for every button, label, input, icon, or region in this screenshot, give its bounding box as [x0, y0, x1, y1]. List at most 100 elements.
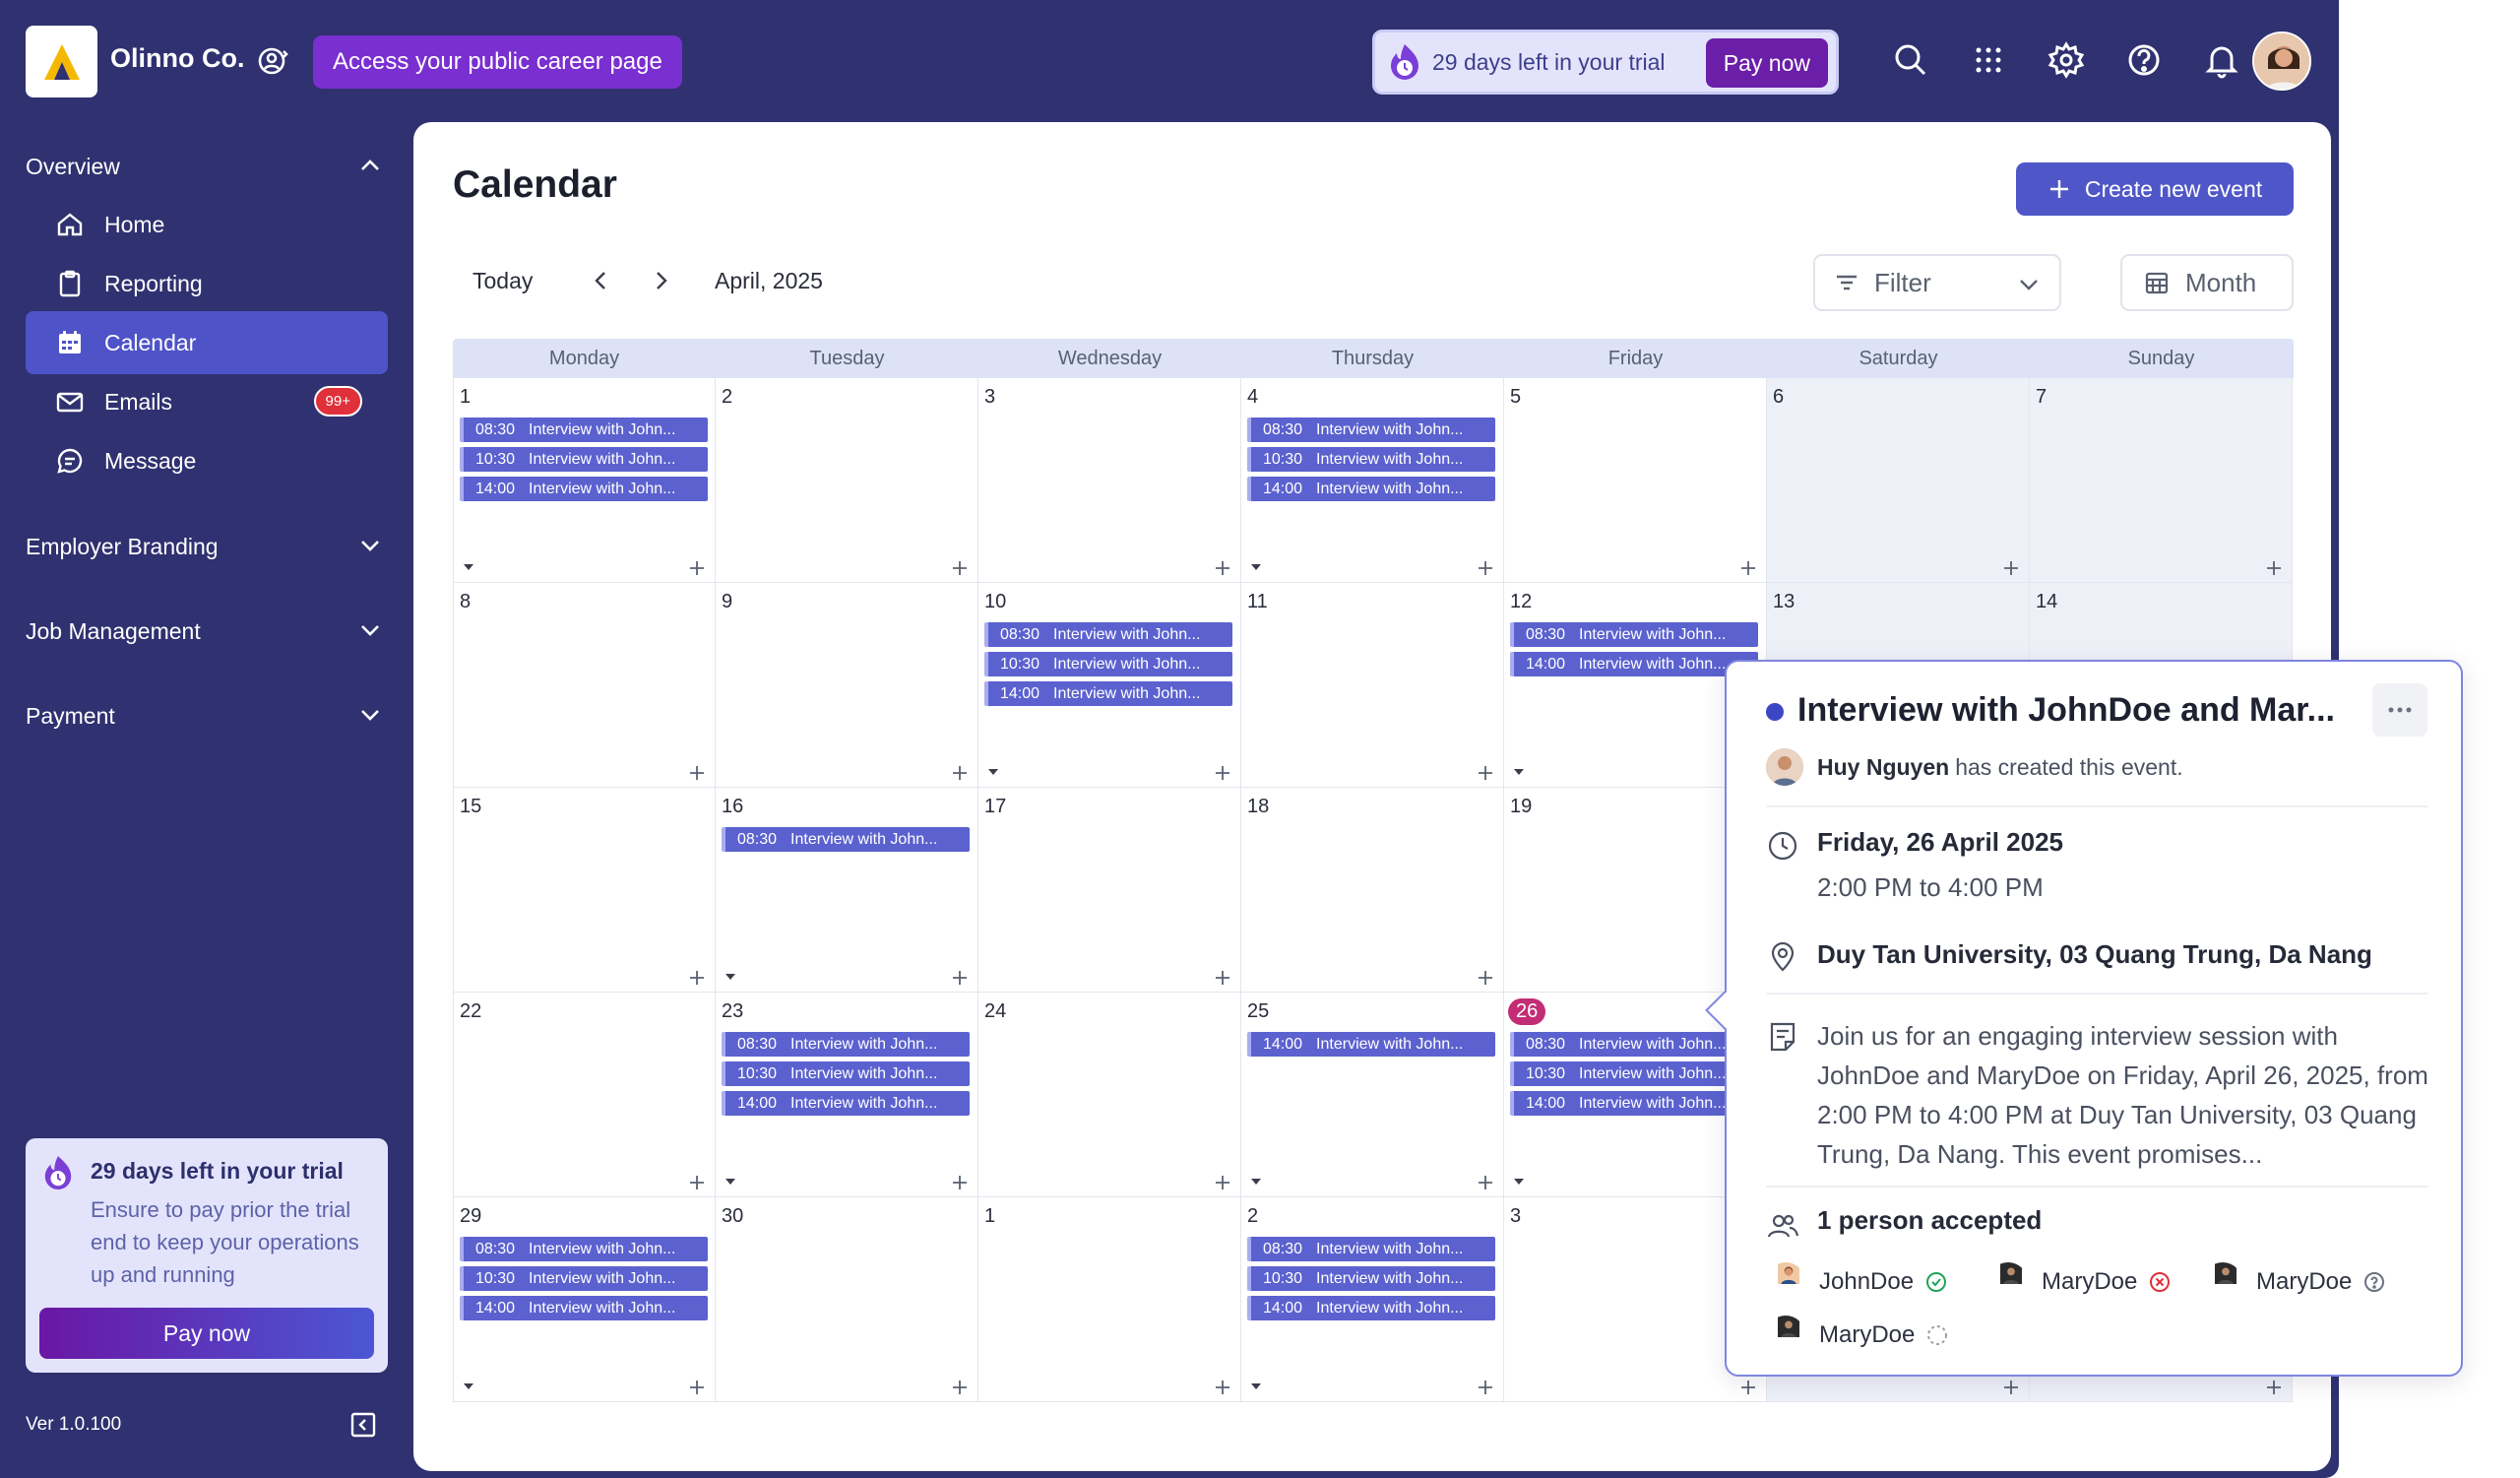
chevron-right-icon[interactable]: [648, 268, 673, 293]
day-cell[interactable]: 2: [716, 378, 978, 583]
add-event-icon[interactable]: [1213, 763, 1232, 783]
day-cell[interactable]: 6: [1767, 378, 2030, 583]
company-name[interactable]: Olinno Co.: [110, 43, 244, 74]
chevron-left-icon[interactable]: [589, 268, 614, 293]
add-event-icon[interactable]: [687, 968, 707, 988]
event-chip[interactable]: 08:30 Interview with John...: [1247, 418, 1495, 442]
expand-caret-icon[interactable]: [722, 1173, 739, 1190]
day-cell[interactable]: 25 14:00 Interview with John...: [1241, 993, 1504, 1197]
event-chip[interactable]: 14:00 Interview with John...: [1510, 1091, 1758, 1116]
day-cell[interactable]: 7: [2030, 378, 2293, 583]
event-chip[interactable]: 08:30 Interview with John...: [460, 418, 708, 442]
event-chip[interactable]: 10:30 Interview with John...: [1510, 1061, 1758, 1086]
chevron-down-icon[interactable]: [356, 701, 384, 729]
event-chip[interactable]: 14:00 Interview with John...: [984, 681, 1232, 706]
add-event-icon[interactable]: [950, 968, 970, 988]
event-chip[interactable]: 10:30 Interview with John...: [984, 652, 1232, 676]
add-event-icon[interactable]: [950, 558, 970, 578]
event-chip[interactable]: 08:30 Interview with John...: [1510, 622, 1758, 647]
event-chip[interactable]: 10:30 Interview with John...: [1247, 1266, 1495, 1291]
event-chip[interactable]: 08:30 Interview with John...: [1510, 1032, 1758, 1057]
add-event-icon[interactable]: [1476, 558, 1495, 578]
event-chip[interactable]: 10:30 Interview with John...: [722, 1061, 970, 1086]
add-event-icon[interactable]: [687, 1173, 707, 1192]
day-cell[interactable]: 1: [978, 1197, 1241, 1402]
day-cell[interactable]: 4 08:30 Interview with John... 10:30 Intervi…: [1241, 378, 1504, 583]
add-event-icon[interactable]: [1476, 1378, 1495, 1397]
event-chip[interactable]: 08:30 Interview with John...: [460, 1237, 708, 1261]
day-cell[interactable]: 1 08:30 Interview with John... 10:30 Intervi…: [453, 378, 716, 583]
add-event-icon[interactable]: [2001, 1378, 2021, 1397]
day-cell[interactable]: 5: [1504, 378, 1767, 583]
sidebar-item-reporting[interactable]: Reporting: [26, 252, 388, 315]
add-event-icon[interactable]: [1738, 558, 1758, 578]
add-event-icon[interactable]: [687, 558, 707, 578]
event-chip[interactable]: 10:30 Interview with John...: [460, 447, 708, 472]
add-event-icon[interactable]: [1738, 1378, 1758, 1397]
add-event-icon[interactable]: [1213, 1173, 1232, 1192]
sidebar-item-message[interactable]: Message: [26, 429, 388, 492]
more-options-button[interactable]: [2372, 683, 2427, 737]
help-icon[interactable]: [2123, 39, 2165, 81]
day-cell[interactable]: 10 08:30 Interview with John... 10:30 Interv…: [978, 583, 1241, 788]
sidebar-section-overview[interactable]: Overview: [26, 154, 120, 180]
event-chip[interactable]: 14:00 Interview with John...: [1247, 1296, 1495, 1320]
sidebar-item-emails[interactable]: Emails 99+: [26, 370, 388, 433]
day-cell[interactable]: 2 08:30 Interview with John... 10:30 Intervi…: [1241, 1197, 1504, 1402]
add-event-icon[interactable]: [1476, 763, 1495, 783]
day-cell[interactable]: 16 08:30 Interview with John...: [716, 788, 978, 993]
day-cell[interactable]: 24: [978, 993, 1241, 1197]
attendee-item[interactable]: MaryDoe: [1766, 1316, 1948, 1355]
event-chip[interactable]: 08:30 Interview with John...: [1247, 1237, 1495, 1261]
sidebar-pay-now-button[interactable]: Pay now: [39, 1308, 374, 1359]
event-chip[interactable]: 08:30 Interview with John...: [984, 622, 1232, 647]
add-event-icon[interactable]: [950, 763, 970, 783]
add-event-icon[interactable]: [1213, 968, 1232, 988]
day-cell[interactable]: 9: [716, 583, 978, 788]
attendee-item[interactable]: JohnDoe: [1766, 1262, 1947, 1302]
day-cell[interactable]: 18: [1241, 788, 1504, 993]
sidebar-item-home[interactable]: Home: [26, 193, 388, 256]
switch-company-icon[interactable]: [254, 43, 289, 79]
bell-icon[interactable]: [2201, 39, 2242, 81]
sidebar-item-calendar[interactable]: Calendar: [26, 311, 388, 374]
day-cell[interactable]: 8: [453, 583, 716, 788]
search-icon[interactable]: [1890, 39, 1931, 81]
expand-caret-icon[interactable]: [460, 1378, 477, 1395]
day-cell[interactable]: 23 08:30 Interview with John... 10:30 Interv…: [716, 993, 978, 1197]
event-chip[interactable]: 14:00 Interview with John...: [460, 477, 708, 501]
today-button[interactable]: Today: [472, 268, 533, 294]
expand-caret-icon[interactable]: [1510, 763, 1528, 781]
attendee-item[interactable]: MaryDoe: [2203, 1262, 2385, 1302]
add-event-icon[interactable]: [2264, 1378, 2284, 1397]
day-cell[interactable]: 29 08:30 Interview with John... 10:30 Interv…: [453, 1197, 716, 1402]
event-chip[interactable]: 10:30 Interview with John...: [1247, 447, 1495, 472]
day-cell[interactable]: 17: [978, 788, 1241, 993]
add-event-icon[interactable]: [1213, 558, 1232, 578]
event-chip[interactable]: 14:00 Interview with John...: [1247, 477, 1495, 501]
add-event-icon[interactable]: [1213, 1378, 1232, 1397]
event-chip[interactable]: 14:00 Interview with John...: [460, 1296, 708, 1320]
event-chip[interactable]: 14:00 Interview with John...: [1247, 1032, 1495, 1057]
add-event-icon[interactable]: [687, 763, 707, 783]
event-chip[interactable]: 10:30 Interview with John...: [460, 1266, 708, 1291]
event-chip[interactable]: 08:30 Interview with John...: [722, 1032, 970, 1057]
event-chip[interactable]: 14:00 Interview with John...: [1510, 652, 1758, 676]
add-event-icon[interactable]: [687, 1378, 707, 1397]
add-event-icon[interactable]: [1476, 968, 1495, 988]
company-logo[interactable]: [26, 26, 97, 97]
day-cell[interactable]: 11: [1241, 583, 1504, 788]
day-cell[interactable]: 22: [453, 993, 716, 1197]
event-chip[interactable]: 08:30 Interview with John...: [722, 827, 970, 852]
career-page-link[interactable]: Access your public career page: [313, 35, 682, 89]
collapse-sidebar-icon[interactable]: [348, 1410, 378, 1440]
add-event-icon[interactable]: [1476, 1173, 1495, 1192]
add-event-icon[interactable]: [2264, 558, 2284, 578]
apps-grid-icon[interactable]: [1968, 39, 2009, 81]
day-cell[interactable]: 3: [978, 378, 1241, 583]
add-event-icon[interactable]: [950, 1173, 970, 1192]
event-chip[interactable]: 14:00 Interview with John...: [722, 1091, 970, 1116]
filter-dropdown[interactable]: Filter: [1813, 254, 2061, 311]
expand-caret-icon[interactable]: [722, 968, 739, 986]
sidebar-section-employer-branding[interactable]: Employer Branding: [26, 534, 219, 560]
